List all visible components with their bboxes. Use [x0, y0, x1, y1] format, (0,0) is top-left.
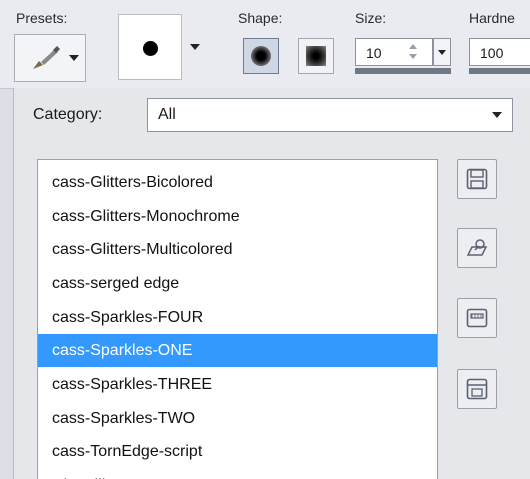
- hardness-slider[interactable]: [469, 68, 530, 74]
- list-item[interactable]: cass-serged edge: [38, 267, 437, 300]
- size-input[interactable]: 10: [355, 38, 433, 66]
- run-script-icon: [466, 308, 488, 328]
- brush-preset-list[interactable]: cass-Glitters-Bicolored cass-Glitters-Mo…: [37, 159, 438, 479]
- edit-preset-button[interactable]: [457, 228, 497, 268]
- category-value: All: [158, 106, 176, 123]
- list-item[interactable]: Chevrilles: [38, 469, 437, 479]
- hardness-label: Hardne: [469, 10, 515, 26]
- list-item-selected[interactable]: cass-Sparkles-ONE: [38, 334, 437, 367]
- category-label: Category:: [33, 106, 103, 123]
- presets-button[interactable]: [14, 34, 86, 82]
- size-value: 10: [366, 45, 382, 61]
- square-shape-icon: [306, 46, 326, 66]
- shape-square-button[interactable]: [298, 38, 334, 74]
- edit-preset-icon: [466, 239, 488, 256]
- brush-tip-dot: [143, 41, 158, 56]
- category-dropdown[interactable]: All: [147, 98, 513, 132]
- export-preset-button[interactable]: [457, 369, 497, 409]
- chevron-down-icon: [69, 55, 79, 61]
- paintbrush-icon: [33, 46, 60, 69]
- run-preset-button[interactable]: [457, 298, 497, 338]
- chevron-down-icon: [438, 50, 446, 55]
- list-item[interactable]: cass-Sparkles-THREE: [38, 368, 437, 401]
- save-icon: [466, 168, 488, 190]
- hardness-value: 100: [480, 45, 504, 61]
- hardness-input[interactable]: 100: [469, 38, 530, 66]
- list-item[interactable]: cass-Glitters-Monochrome: [38, 200, 437, 233]
- shape-round-button[interactable]: [243, 38, 279, 74]
- spin-down-icon: [409, 54, 417, 59]
- list-item[interactable]: cass-Glitters-Multicolored: [38, 233, 437, 266]
- export-icon: [466, 378, 488, 400]
- size-label: Size:: [355, 10, 387, 26]
- tool-options-toolbar: Presets: Shape: Size: 10 Hardne 100: [0, 0, 530, 89]
- shape-label: Shape:: [238, 10, 283, 26]
- brush-tip-dropdown-icon[interactable]: [190, 44, 200, 50]
- list-item[interactable]: cass-Sparkles-FOUR: [38, 301, 437, 334]
- chevron-down-icon: [492, 112, 502, 118]
- round-shape-icon: [251, 46, 271, 66]
- save-preset-button[interactable]: [457, 159, 497, 199]
- brush-tip-preview[interactable]: [118, 14, 182, 80]
- list-item[interactable]: cass-Sparkles-TWO: [38, 402, 437, 435]
- size-spinner[interactable]: [406, 39, 420, 65]
- list-item[interactable]: cass-TornEdge-script: [38, 435, 437, 468]
- spin-up-icon: [409, 44, 417, 49]
- presets-label: Presets:: [16, 10, 68, 26]
- size-slider[interactable]: [355, 68, 451, 74]
- brush-presets-panel: Category: All cass-Glitters-Bicolored ca…: [13, 88, 530, 479]
- size-dropdown-button[interactable]: [433, 38, 451, 66]
- list-item[interactable]: cass-Glitters-Bicolored: [38, 166, 437, 199]
